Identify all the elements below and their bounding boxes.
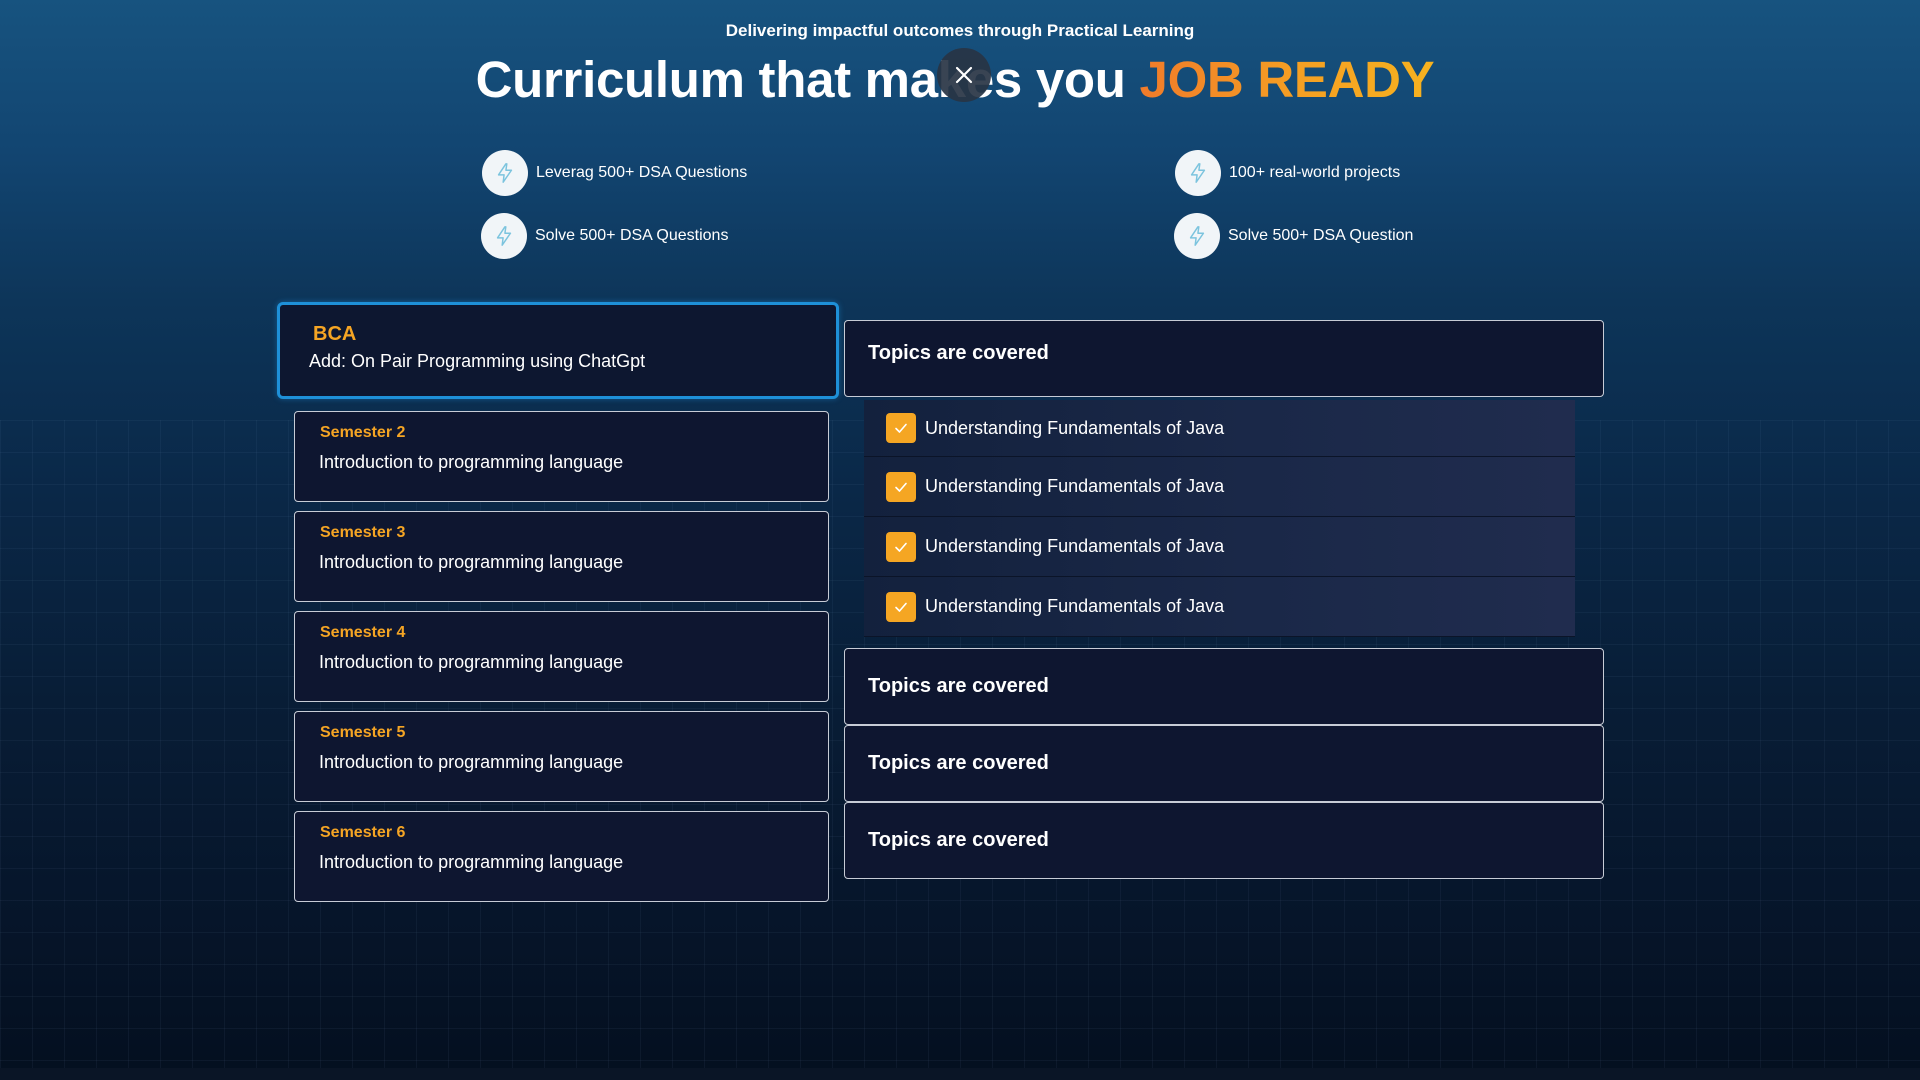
lightning-icon [1174,213,1220,259]
close-icon [955,66,973,84]
feature-item: Solve 500+ DSA Questions [481,213,728,259]
topic-label: Understanding Fundamentals of Java [925,596,1225,616]
check-icon [895,423,907,433]
feature-item: 100+ real-world projects [1175,150,1400,196]
lightning-icon [1175,150,1221,196]
topics-list: Understanding Fundamentals of Java Under… [864,400,1575,645]
program-card-bca[interactable]: BCA Add: On Pair Programming using ChatG… [277,302,839,399]
hero-tagline: Delivering impactful outcomes through Pr… [725,21,1195,40]
topics-section-label: Topics are covered [868,829,1049,851]
semester-description: Introduction to programming language [319,652,624,672]
semester-description: Introduction to programming language [319,852,624,872]
topic-item: Understanding Fundamentals of Java [864,577,1575,637]
topic-checkbox[interactable] [886,591,916,622]
topic-checkbox[interactable] [886,413,916,443]
close-button[interactable] [937,48,991,102]
semester-card[interactable]: Semester 2 Introduction to programming l… [294,411,829,502]
topics-section-label: Topics are covered [868,675,1049,697]
feature-item: Leverag 500+ DSA Questions [482,150,747,196]
semester-description: Introduction to programming language [319,452,624,472]
feature-label: Leverag 500+ DSA Questions [536,164,748,181]
topic-item: Understanding Fundamentals of Java [864,517,1575,577]
topic-label: Understanding Fundamentals of Java [925,417,1225,438]
semester-description: Introduction to programming language [319,552,624,572]
headline-text: Curriculum that makes you [475,51,1140,108]
topics-section-header[interactable]: Topics are covered [844,648,1604,725]
feature-label: Solve 500+ DSA Questions [535,227,729,244]
program-title: BCA [313,323,357,345]
topic-item: Understanding Fundamentals of Java [864,400,1575,457]
program-subtitle: Add: On Pair Programming using ChatGpt [309,351,646,371]
semester-card[interactable]: Semester 3 Introduction to programming l… [294,511,829,602]
feature-label: Solve 500+ DSA Question [1228,227,1414,244]
semester-card[interactable]: Semester 5 Introduction to programming l… [294,711,829,802]
topics-section-header[interactable]: Topics are covered [844,320,1604,397]
semester-title: Semester 2 [320,424,406,441]
semester-title: Semester 3 [320,524,406,541]
topics-section-label: Topics are covered [868,342,1049,364]
topics-section-header[interactable]: Topics are covered [844,802,1604,879]
topic-checkbox[interactable] [886,471,916,502]
feature-label: 100+ real-world projects [1229,164,1401,181]
check-icon [895,602,907,612]
topic-label: Understanding Fundamentals of Java [925,476,1225,496]
topics-section-header[interactable]: Topics are covered [844,725,1604,802]
check-icon [895,482,907,492]
feature-item: Solve 500+ DSA Question [1174,213,1413,259]
lightning-icon [482,150,528,196]
check-icon [895,542,907,552]
topic-item: Understanding Fundamentals of Java [864,457,1575,517]
bottom-bar [0,1068,1920,1080]
topic-label: Understanding Fundamentals of Java [925,536,1225,556]
topic-checkbox[interactable] [886,531,916,562]
semester-title: Semester 4 [320,624,406,641]
semester-card[interactable]: Semester 6 Introduction to programming l… [294,811,829,902]
semester-description: Introduction to programming language [319,752,624,772]
topics-section-label: Topics are covered [868,752,1049,774]
lightning-icon [481,213,527,259]
headline-accent: JOB READY [1139,51,1435,108]
semester-title: Semester 6 [320,824,406,841]
semester-card[interactable]: Semester 4 Introduction to programming l… [294,611,829,702]
semester-title: Semester 5 [320,724,406,741]
